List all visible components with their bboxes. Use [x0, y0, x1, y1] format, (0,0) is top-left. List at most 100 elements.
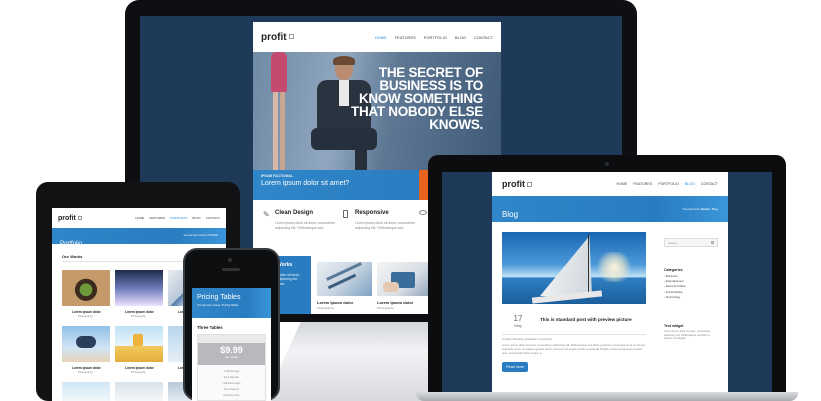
phone-title-band: Pricing Tables You are here: Home / Pric… [192, 288, 271, 318]
nav-item[interactable]: PORTFOLIO [658, 182, 679, 186]
portfolio-thumbnail[interactable] [115, 270, 163, 306]
read-more-button[interactable]: Read more [502, 362, 528, 372]
tablet-band-title: Portfolio [60, 241, 83, 247]
portfolio-caption[interactable]: Lorem ipsum dolor [72, 310, 101, 314]
categories-list: › Business › Entertainment › News & Politi… [664, 274, 686, 300]
pricing-header [198, 335, 265, 343]
post-day: 17 [513, 314, 523, 323]
tablet-section-title: Our Works [62, 254, 83, 259]
phone-outline-icon [343, 210, 348, 218]
laptop-navbar: profit HOME FEATURES PORTFOLIO BLOG CONTACT [492, 172, 728, 196]
mast [588, 234, 589, 300]
phone-breadcrumb: You are here: Home / Pricing Tables [197, 304, 239, 307]
feature-text: Lorem ipsum dolor sit amet, consectetur … [355, 221, 416, 230]
tablet-logo[interactable]: profit [58, 215, 82, 222]
search-box[interactable]: Search... [664, 238, 718, 247]
laptop-screen: profit HOME FEATURES PORTFOLIO BLOG CONTACT … [442, 172, 772, 392]
laptop-logo[interactable]: profit [502, 179, 532, 189]
nav-item[interactable]: CONTACT [474, 35, 493, 40]
category-link[interactable]: › Technology [664, 295, 686, 300]
nav-item[interactable]: FEATURES [149, 216, 165, 220]
work-thumbnail[interactable] [377, 262, 432, 296]
feature-title: Clean Design [275, 210, 314, 216]
work-caption[interactable]: Lorem Ipsum dolor [317, 300, 353, 305]
portfolio-thumbnail[interactable] [62, 382, 110, 401]
nav-item[interactable]: BLOG [685, 182, 695, 186]
hero-image: THE SECRET OF BUSINESS IS TO KNOW SOMETH… [253, 52, 501, 170]
nav-item[interactable]: BLOG [192, 216, 200, 220]
post-excerpt: Lorem ipsum dolor sit amet, consectetur … [502, 343, 646, 355]
work-thumbnail[interactable] [317, 262, 372, 296]
eye-icon [419, 210, 427, 215]
price-period: per month [225, 355, 238, 359]
text-widget-body: Lorem ipsum dolor sit amet, consectetur … [664, 330, 711, 341]
hero-line: KNOWS. [429, 117, 483, 132]
phone-camera [228, 258, 232, 262]
work-caption[interactable]: Lorem Ipsum dolor [377, 300, 413, 305]
laptop-breadcrumb: You are here: Home / Blog [682, 207, 718, 211]
nav-item[interactable]: HOME [135, 216, 144, 220]
portfolio-thumbnail[interactable] [115, 326, 163, 362]
pricing-features: 1 GB Storage Free Domain Unlimited users Fr… [198, 369, 265, 399]
monitor-navbar: profit HOME FEATURES PORTFOLIO BLOG CONTACT [253, 22, 501, 52]
pencil-icon: ✎ [263, 210, 270, 219]
post-month: May [514, 323, 522, 328]
nav-item[interactable]: CONTACT [206, 216, 220, 220]
post-meta: by admin Branding, Illustration 2 commen… [502, 338, 552, 341]
pricing-feature: No Setup Fee [223, 394, 240, 397]
nav-item[interactable]: CONTACT [701, 182, 718, 186]
feature-title: Responsive [355, 210, 389, 216]
phone-speaker [222, 268, 240, 271]
post-image[interactable] [502, 232, 646, 304]
post-date: 17 May [502, 314, 534, 328]
price-value: $9.99 [220, 345, 243, 355]
pricing-card: $9.99 per month 1 GB Storage Free Domain U… [197, 334, 266, 401]
monitor-logo[interactable]: profit [261, 32, 294, 43]
price-badge: $9.99 per month [198, 343, 265, 365]
portfolio-thumbnail[interactable] [62, 326, 110, 362]
laptop-band-title: Blog [502, 210, 519, 219]
search-placeholder: Search... [668, 241, 680, 245]
portfolio-category: Photography [78, 371, 93, 374]
monitor-menu: HOME FEATURES PORTFOLIO BLOG CONTACT [375, 35, 493, 40]
sail [540, 236, 592, 296]
portfolio-caption[interactable]: Lorem ipsum dolor [72, 366, 101, 370]
tablet-title-band: Portfolio You are here: Home / Portfolio [52, 228, 226, 247]
feature-text: Lorem ipsum dolor sit amet, consectetur … [275, 221, 336, 230]
hero-woman-figure [265, 52, 293, 170]
tablet-breadcrumb: You are here: Home / Portfolio [183, 234, 218, 237]
work-category: Photography [377, 306, 395, 310]
phone-band-title: Pricing Tables [197, 294, 241, 301]
laptop-base [416, 392, 798, 401]
text-widget-title: Text widget [664, 324, 684, 328]
portfolio-category: Photography [131, 371, 146, 374]
portfolio-thumbnail[interactable] [115, 382, 163, 401]
nav-item[interactable]: BLOG [455, 35, 466, 40]
breadcrumb-home-link[interactable]: Home [701, 207, 709, 211]
laptop-website: profit HOME FEATURES PORTFOLIO BLOG CONTACT … [492, 172, 728, 392]
nav-item[interactable]: PORTFOLIO [424, 35, 447, 40]
portfolio-caption[interactable]: Lorem ipsum dolor [125, 310, 154, 314]
laptop-camera [605, 162, 609, 166]
logo-mark-icon [527, 182, 532, 188]
nav-item[interactable]: FEATURES [633, 182, 652, 186]
portfolio-caption[interactable]: Lorem ipsum dolor [125, 366, 154, 370]
portfolio-thumbnail[interactable] [62, 270, 110, 306]
sun-glow [594, 252, 634, 282]
search-icon [711, 241, 714, 244]
post-title[interactable]: This is standard post with preview pictu… [540, 317, 632, 322]
nav-item[interactable]: HOME [375, 35, 387, 40]
work-category: Photography [317, 306, 335, 310]
nav-item[interactable]: PORTFOLIO [170, 216, 187, 220]
laptop-title-band: Blog You are here: Home / Blog [492, 196, 728, 222]
tablet-menu: HOME FEATURES PORTFOLIO BLOG CONTACT [135, 216, 220, 220]
logo-mark-icon [288, 34, 294, 40]
portfolio-category: Photography [78, 315, 93, 318]
post-divider [502, 334, 646, 335]
nav-item[interactable]: HOME [617, 182, 628, 186]
nav-item[interactable]: FEATURES [395, 35, 416, 40]
phone-website: Pricing Tables You are here: Home / Pric… [192, 288, 271, 401]
laptop-menu: HOME FEATURES PORTFOLIO BLOG CONTACT [617, 182, 719, 186]
portfolio-category: Photography [131, 315, 146, 318]
phone-section-title: Three Tables [197, 325, 223, 330]
